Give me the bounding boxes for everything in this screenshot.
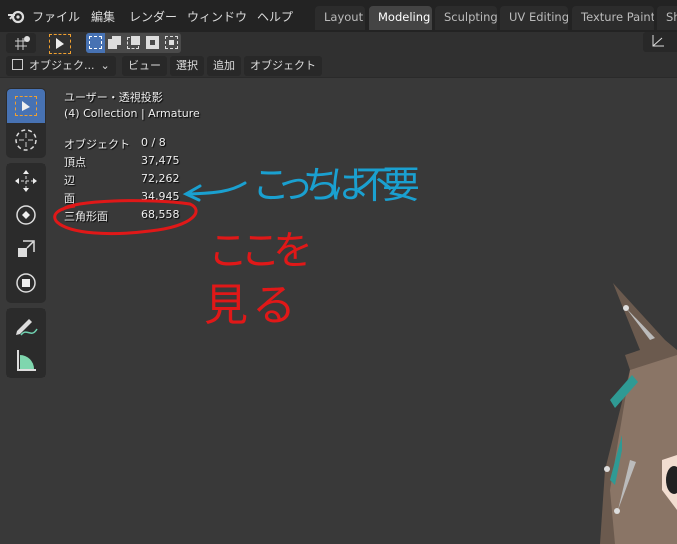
red-ellipse	[53, 199, 198, 236]
red-note-line1: ここを	[208, 228, 313, 274]
blue-note: こっちは不要	[252, 163, 420, 207]
annotation-layer: こっちは不要 ここを 見る	[53, 163, 420, 331]
blue-arrow	[182, 181, 247, 202]
red-note-line2: 見る	[204, 280, 296, 331]
